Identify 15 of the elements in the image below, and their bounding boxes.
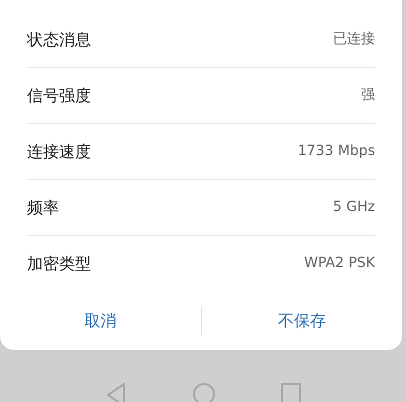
detail-value: 5 GHz <box>332 198 375 217</box>
detail-label: 频率 <box>27 196 59 218</box>
dont-save-button[interactable]: 不保存 <box>202 300 402 340</box>
detail-value: 强 <box>361 86 375 105</box>
detail-label: 加密类型 <box>27 252 91 274</box>
detail-label: 状态消息 <box>27 28 91 50</box>
detail-value: WPA2 PSK <box>304 254 375 273</box>
recents-icon[interactable] <box>280 382 302 402</box>
detail-value: 已连接 <box>333 30 375 49</box>
detail-label: 连接速度 <box>27 140 91 162</box>
detail-value: 1733 Mbps <box>298 142 375 161</box>
cancel-button[interactable]: 取消 <box>0 300 200 340</box>
home-icon[interactable] <box>192 382 216 402</box>
detail-label: 信号强度 <box>27 84 91 106</box>
back-icon[interactable] <box>104 382 128 402</box>
